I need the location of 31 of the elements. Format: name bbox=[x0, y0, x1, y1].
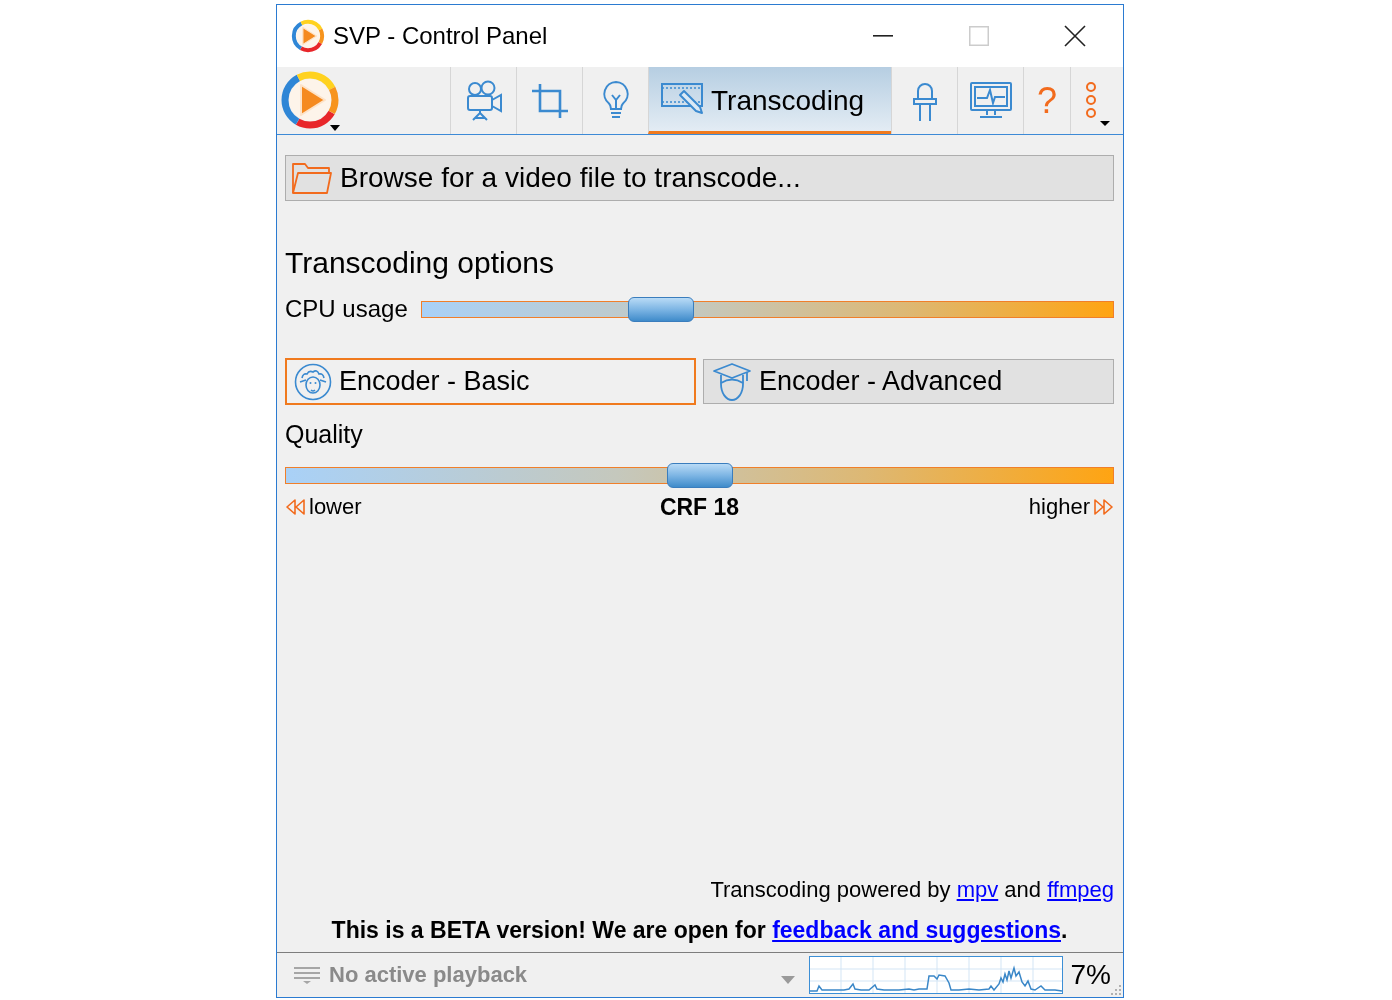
link[interactable]: mpv bbox=[956, 877, 999, 902]
play-logo-icon bbox=[280, 69, 342, 132]
caret-icon bbox=[780, 976, 795, 984]
lower-label: lower bbox=[309, 494, 362, 520]
window-title: SVP - Control Panel bbox=[333, 22, 548, 50]
browse-button[interactable]: Browse for a video file to transcode... bbox=[285, 155, 1114, 201]
link[interactable]: feedback and suggestions bbox=[772, 917, 1061, 943]
slider-thumb[interactable] bbox=[666, 463, 733, 488]
double-left-arrow-icon bbox=[285, 498, 305, 516]
monitor-pulse-icon bbox=[968, 80, 1013, 121]
app-icon bbox=[291, 19, 325, 53]
higher-label: higher bbox=[1028, 494, 1090, 520]
slider-label: Quality bbox=[285, 419, 364, 449]
encoder-button[interactable]: Encoder - Basic bbox=[285, 358, 696, 405]
toolbar-tab[interactable]: Transcoding bbox=[648, 67, 892, 134]
slider-thumb[interactable] bbox=[628, 296, 695, 322]
slider-label: CPU usage bbox=[285, 295, 408, 323]
list-icon bbox=[293, 965, 321, 985]
resize-grip-icon bbox=[1111, 985, 1121, 995]
graduate-icon bbox=[712, 361, 752, 402]
link[interactable]: ffmpeg bbox=[1047, 877, 1114, 902]
quality-value: CRF 18 bbox=[659, 494, 740, 520]
credits-text: Transcoding powered by mpv and ffmpeg bbox=[709, 876, 1114, 904]
cpu-reading: 7% bbox=[1070, 959, 1111, 991]
beta-notice: This is a BETA version! We are open for feedback and suggestions. bbox=[330, 916, 1069, 945]
crop-icon bbox=[530, 81, 569, 120]
encoder-button[interactable]: Encoder - Advanced bbox=[703, 359, 1114, 404]
section-heading: Transcoding options bbox=[285, 245, 556, 281]
double-right-arrow-icon bbox=[1094, 498, 1114, 516]
folder-icon bbox=[291, 160, 333, 196]
sheep-icon bbox=[294, 362, 332, 401]
